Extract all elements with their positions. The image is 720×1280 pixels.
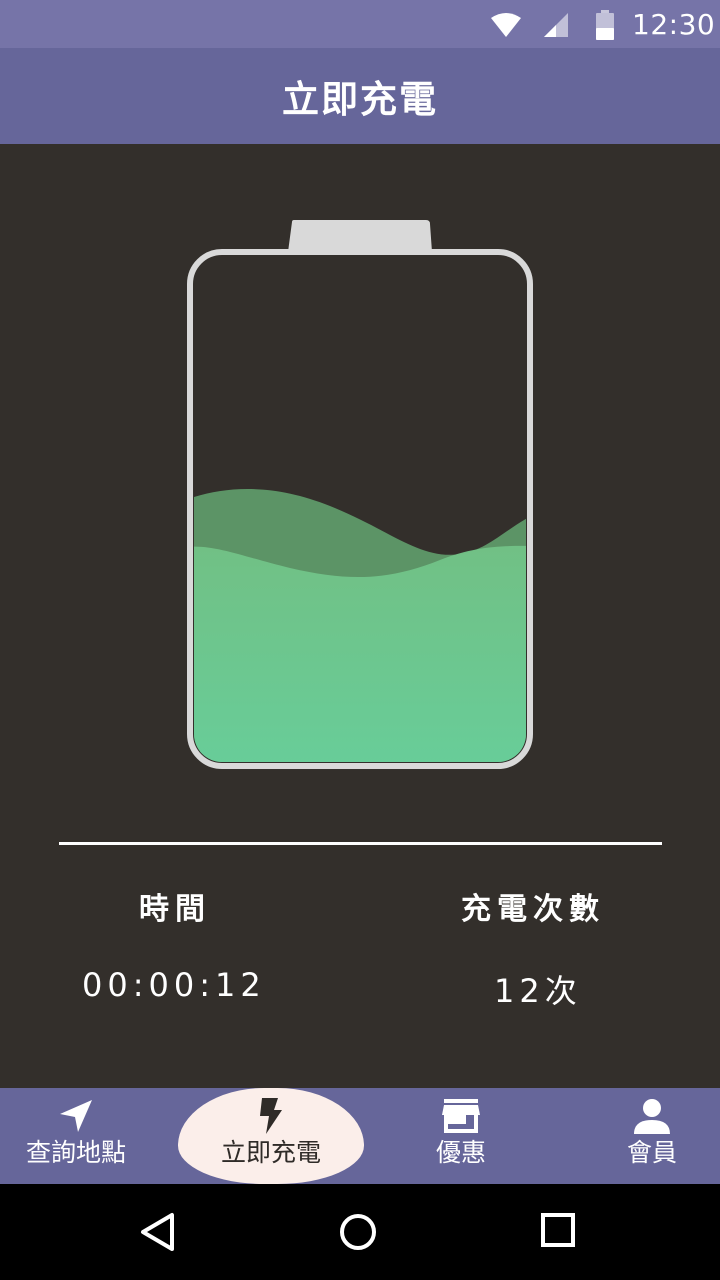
time-value: 00:00:12 (82, 966, 266, 1004)
battery-liquid (194, 489, 526, 762)
nav-item-search-location[interactable]: 查詢地點 (0, 1088, 152, 1184)
screen: 12:30 立即充電 時間 充電次數 00:00:12 12次 查詢地點 立即充… (0, 0, 720, 1280)
nav-label: 優惠 (435, 1138, 486, 1167)
system-nav-bar (0, 1184, 720, 1280)
person-icon (634, 1096, 670, 1136)
wifi-icon (491, 13, 521, 37)
back-triangle-icon[interactable] (138, 1212, 178, 1252)
battery-level-graphic (187, 220, 533, 769)
app-bar: 立即充電 (0, 48, 720, 144)
nav-item-charge-now[interactable]: 立即充電 (178, 1088, 364, 1184)
page-title: 立即充電 (282, 78, 438, 121)
nav-label: 立即充電 (220, 1138, 321, 1167)
signal-icon (544, 13, 568, 37)
lightning-bolt-icon (258, 1096, 284, 1136)
store-icon (442, 1096, 480, 1136)
charge-count-label: 充電次數 (461, 892, 605, 927)
bottom-nav: 查詢地點 立即充電 優惠 會員 (0, 1088, 720, 1184)
nav-item-member[interactable]: 會員 (576, 1088, 720, 1184)
home-circle-icon[interactable] (338, 1212, 378, 1252)
time-label: 時間 (139, 892, 211, 927)
charge-count-value: 12次 (494, 972, 582, 1010)
battery-cap (288, 220, 432, 252)
nav-item-offers[interactable]: 優惠 (384, 1088, 538, 1184)
navigation-arrow-icon (58, 1096, 94, 1136)
battery-icon (596, 10, 614, 40)
divider (59, 842, 662, 845)
front-wave (194, 545, 526, 762)
status-time: 12:30 (632, 8, 716, 41)
status-bar: 12:30 (0, 0, 720, 48)
recent-square-icon[interactable] (540, 1212, 576, 1248)
nav-label: 查詢地點 (25, 1138, 126, 1167)
nav-label: 會員 (626, 1138, 677, 1167)
